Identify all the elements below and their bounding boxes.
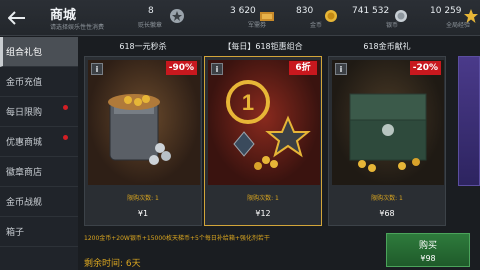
svg-text:1: 1 [242,90,254,115]
bundle-description: 1200金币+20W银币+15000枚天梯币+5个每日补给箱+强化剂若干 [84,235,270,242]
silver-coin-chest-icon [108,94,171,165]
stat-gold-label: 金币 [310,22,323,29]
stat-coupons: 3 620 军需券 [222,4,278,32]
stat-silver-label: 银币 [386,22,399,29]
sidebar-item-label: 金币充值 [6,78,43,88]
stat-coupons-value: 3 620 [230,6,256,16]
stat-badges-value: 8 [148,6,154,16]
sidebar-item-label: 箱子 [6,228,25,238]
stat-silver-value: 741 532 [352,6,390,16]
discount-badge: -90% [165,61,197,75]
stat-gold: 830 金币 [292,4,342,32]
notification-dot [63,105,68,110]
sidebar-item-daily-limit[interactable]: 每日限购 [0,97,78,127]
sidebar-item-label: 每日限购 [6,108,43,118]
offer-price: ¥68 [379,209,395,218]
back-arrow-icon [8,11,25,25]
sidebar-item-badge-shop[interactable]: 徽章商店 [0,157,78,187]
stat-badges: 8 贬长徽章 [138,4,194,32]
sidebar-item-label: 优惠商城 [6,138,43,148]
info-button[interactable]: i [335,63,347,75]
page-subtitle: 请选择娱乐性性消费 [50,24,105,31]
back-button[interactable] [4,5,30,31]
offer-image-gold-crate [332,60,444,185]
page-title: 商城 [50,8,77,23]
purchase-limit: 限购次数: 1 [371,195,403,202]
offer-price: ¥12 [255,209,271,218]
sidebar-item-crates[interactable]: 箱子 [0,217,78,247]
buy-button[interactable]: 购买 ¥98 [386,233,470,267]
stat-gold-value: 830 [296,6,314,16]
stat-coupons-label: 军需券 [248,22,267,29]
card-title-3: 618金币献礼 [363,42,411,51]
buy-button-price: ¥98 [420,254,436,263]
stat-experience-value: 10 259 [430,6,462,16]
sidebar: 组合礼包 金币充值 每日限购 优惠商城 徽章商店 金币战舰 箱子 [0,37,78,270]
discount-badge: 6折 [289,61,317,75]
purchase-limit: 限购次数: 1 [127,195,159,202]
sidebar-item-label: 组合礼包 [6,48,43,58]
card-title-1: 618一元秒杀 [119,42,167,51]
stat-silver: 741 532 银币 [346,4,412,32]
info-button[interactable]: i [211,63,223,75]
top-bar: 商城 请选择娱乐性性消费 8 贬长徽章 3 620 军需券 830 金币 741… [0,0,480,36]
buy-button-label: 购买 [418,241,437,251]
offer-price: ¥1 [137,209,149,218]
discount-badge: -20% [409,61,441,75]
purchase-limit: 限购次数: 1 [247,195,279,202]
offer-image-combo: 1 [208,60,320,185]
info-button[interactable]: i [91,63,103,75]
notification-dot [63,135,68,140]
card-title-2: 【每日】618钜惠组合 [223,42,303,51]
sidebar-item-bundles[interactable]: 组合礼包 [0,37,78,67]
sidebar-item-label: 金币战舰 [6,198,43,208]
stat-badges-label: 贬长徽章 [138,22,163,29]
stat-experience-label: 全局经验 [446,22,471,29]
offer-image-silver-chest [88,60,200,185]
badge-icon [170,9,184,23]
remaining-time: 剩余时间: 6天 [84,259,141,269]
sidebar-item-gold-recharge[interactable]: 金币充值 [0,67,78,97]
offer-card-3[interactable]: i -20% 限购次数: 1 ¥68 [328,56,446,226]
gold-crate-icon [349,93,427,172]
sidebar-item-discount-shop[interactable]: 优惠商城 [0,127,78,157]
sidebar-item-label: 徽章商店 [6,168,43,178]
stat-experience: 10 259 全局经验 [418,4,480,32]
offer-card-1[interactable]: i -90% 限购次数: 1 ¥1 [84,56,202,226]
medal-star-icon: 1 [226,80,311,170]
sidebar-item-gold-ships[interactable]: 金币战舰 [0,187,78,217]
offer-card-2[interactable]: 1 i 6折 限购次数: 1 ¥12 [204,56,322,226]
offer-card-partial[interactable] [458,56,480,186]
gold-icon [325,10,337,22]
